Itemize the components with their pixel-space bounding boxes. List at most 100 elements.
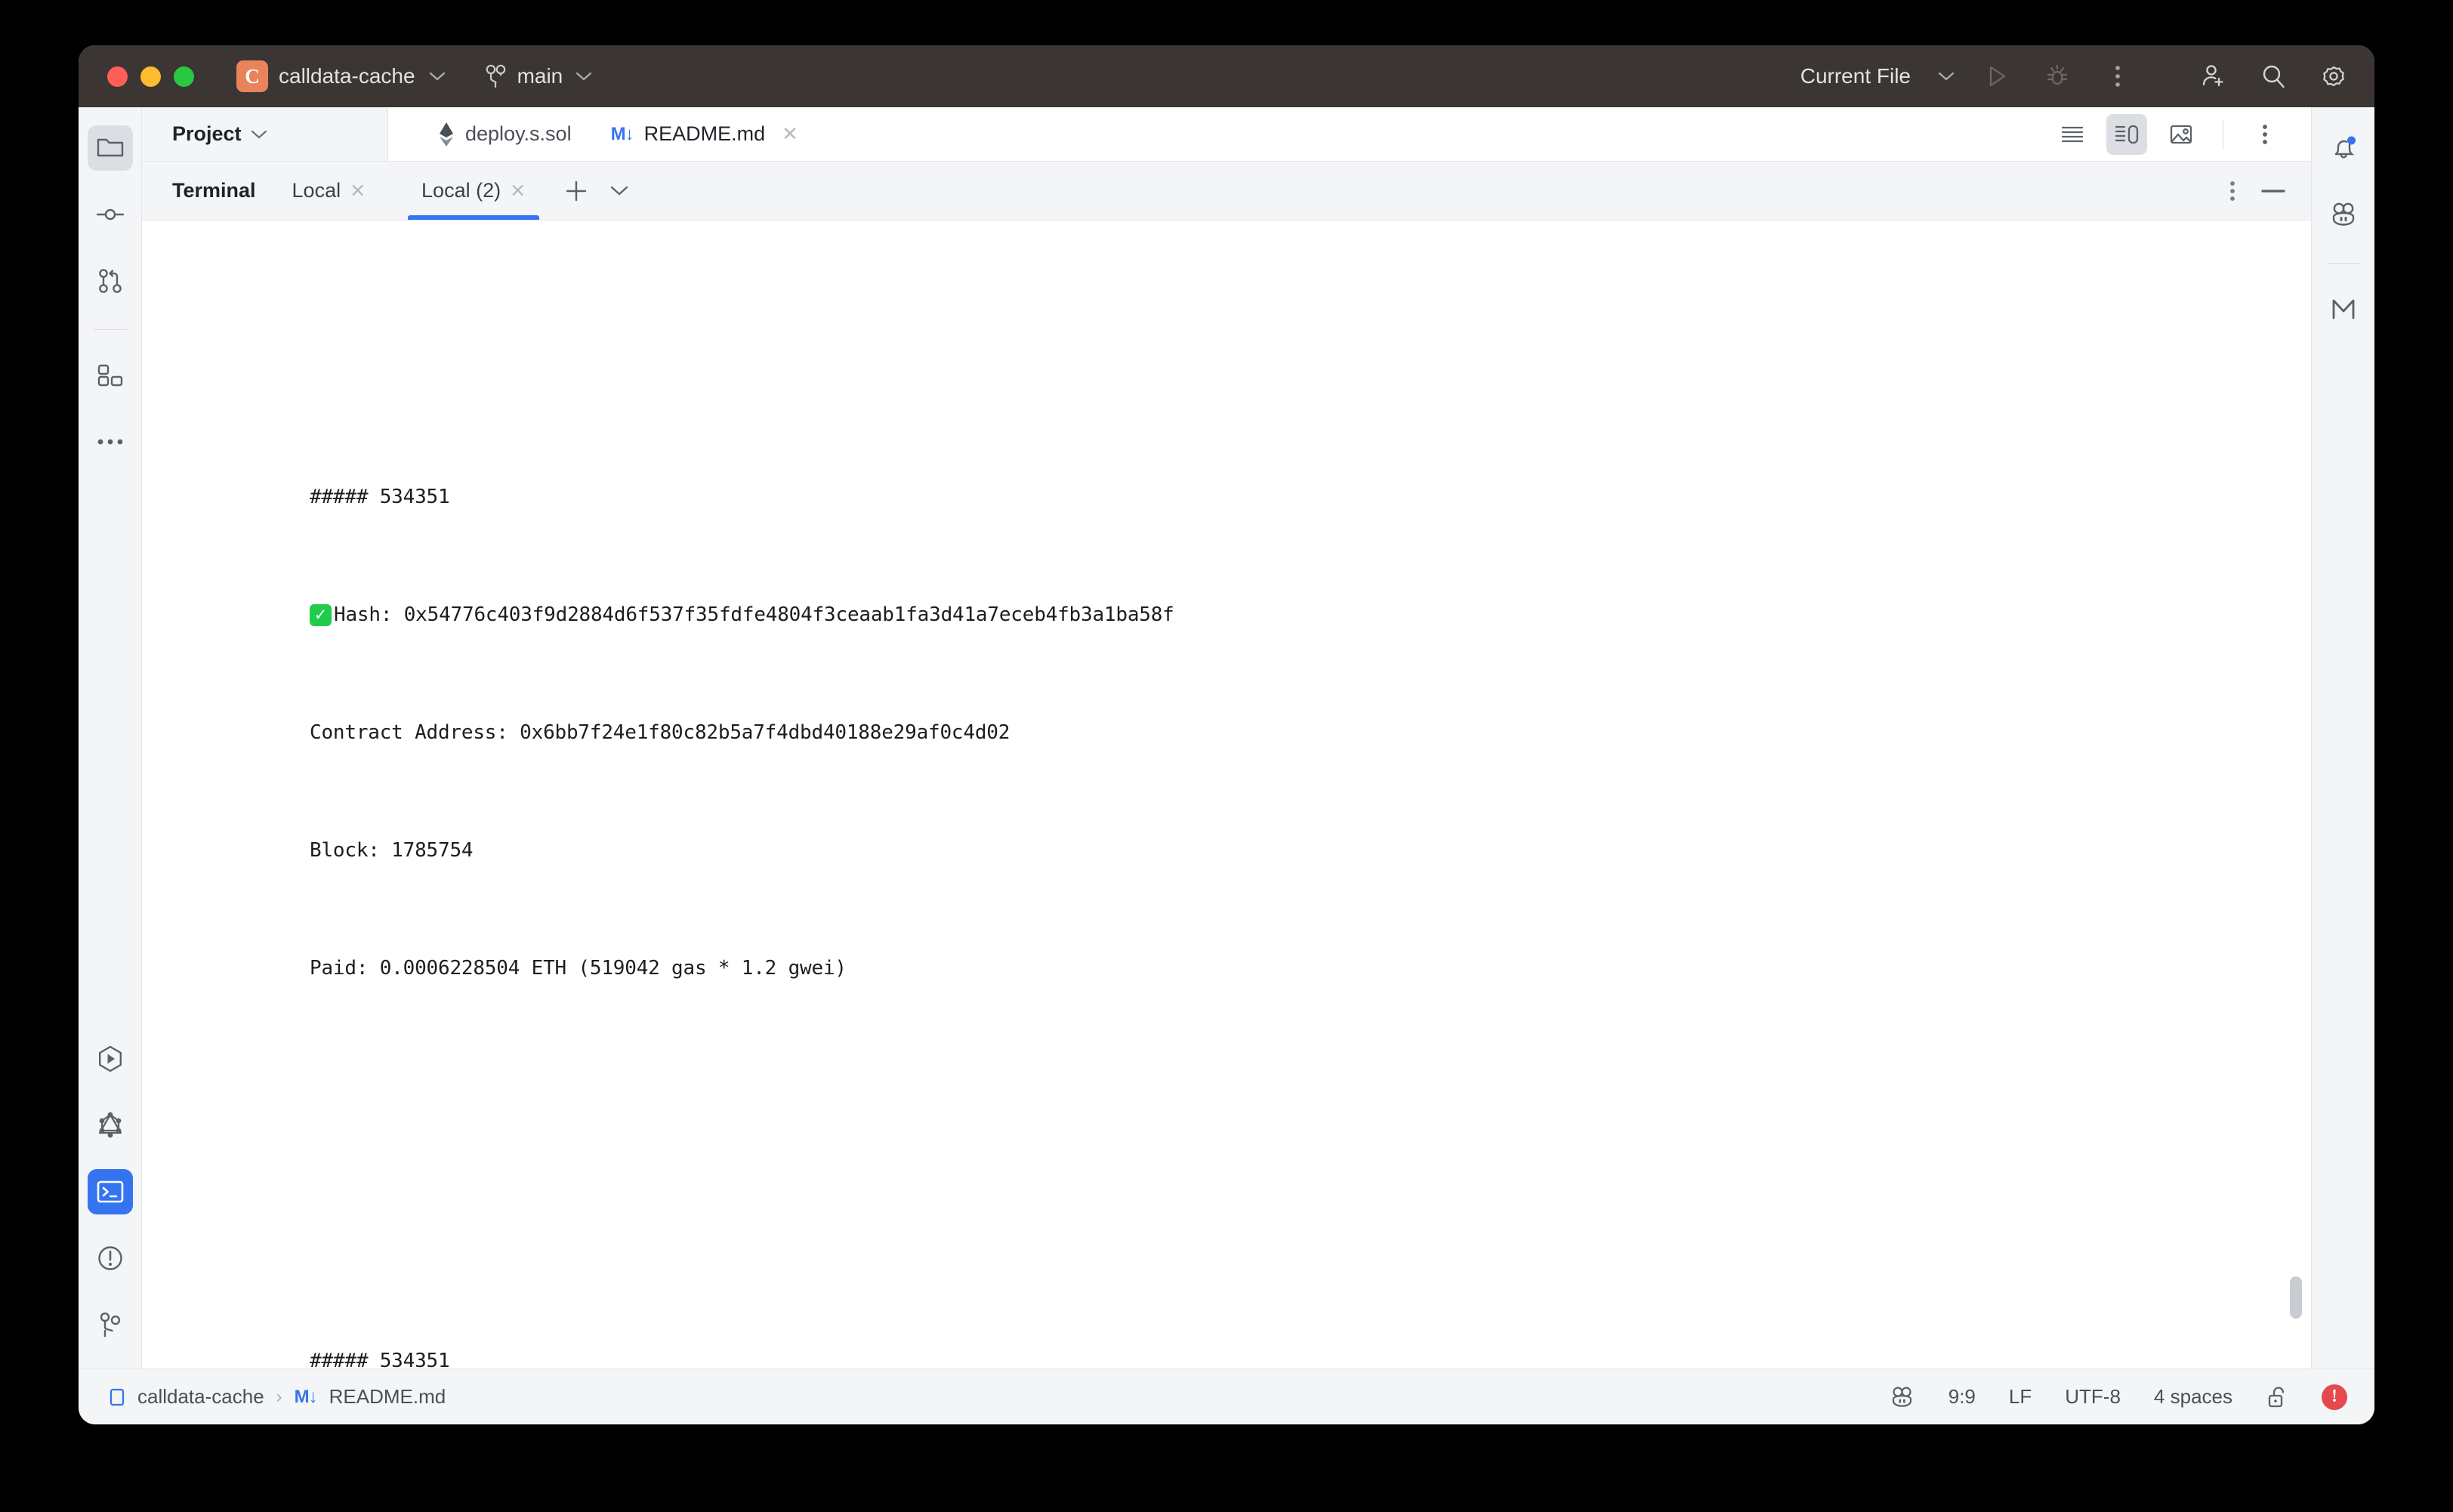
editor-tab-deploy-s-sol[interactable]: deploy.s.sol bbox=[418, 107, 591, 161]
file-tabs: deploy.s.sol M↓ README.md ✕ bbox=[388, 107, 2052, 161]
sidebar-item-plugins[interactable] bbox=[88, 353, 133, 398]
title-bar-actions: Current File bbox=[1800, 45, 2374, 107]
markdown-icon: M↓ bbox=[610, 123, 634, 144]
sidebar-item-mermaid[interactable] bbox=[2321, 286, 2366, 332]
more-icon[interactable] bbox=[2229, 181, 2235, 202]
main-area: Project deploy.s.sol M↓ README.md ✕ Term… bbox=[142, 107, 2311, 1369]
search-icon[interactable] bbox=[2255, 58, 2291, 94]
terminal-tab-label: Local bbox=[292, 179, 341, 202]
sidebar-item-problems[interactable] bbox=[88, 1236, 133, 1281]
terminal-line-hash: ✓ Hash: 0x54776c403f9d2884d6f537f35fdfe48… bbox=[310, 595, 2311, 634]
git-branch-icon bbox=[485, 63, 508, 89]
breadcrumb-separator: › bbox=[276, 1386, 282, 1407]
ai-assistant-icon[interactable] bbox=[1890, 1386, 1915, 1409]
line-separator[interactable]: LF bbox=[2009, 1385, 2032, 1409]
sidebar-item-graphql[interactable] bbox=[88, 1103, 133, 1148]
rail-divider bbox=[93, 329, 127, 330]
chevron-down-icon bbox=[429, 71, 446, 82]
terminal-text: ##### 534351 ✓ Hash: 0x54776c403f9d2884d6… bbox=[142, 221, 2311, 1369]
text-view-icon[interactable] bbox=[2052, 114, 2093, 155]
terminal-line: ##### 534351 bbox=[310, 486, 450, 508]
terminal-tab-label: Local (2) bbox=[421, 179, 501, 202]
editor-tab-row: Project deploy.s.sol M↓ README.md ✕ bbox=[142, 107, 2311, 162]
more-icon[interactable] bbox=[2100, 58, 2136, 94]
title-bar-tools bbox=[2195, 58, 2352, 94]
project-name-label: calldata-cache bbox=[279, 64, 415, 88]
status-bar-widgets: 9:9 LF UTF-8 4 spaces ! bbox=[1890, 1384, 2347, 1410]
minimize-window-button[interactable] bbox=[140, 66, 161, 87]
close-icon[interactable]: ✕ bbox=[782, 122, 798, 146]
terminal-output-area[interactable]: ##### 534351 ✓ Hash: 0x54776c403f9d2884d6… bbox=[142, 221, 2311, 1369]
left-tool-rail bbox=[79, 107, 142, 1369]
sidebar-item-notifications[interactable] bbox=[2321, 125, 2366, 171]
terminal-tab-actions bbox=[565, 162, 628, 220]
breadcrumb: calldata-cache › M↓ README.md bbox=[79, 1385, 446, 1409]
window-controls bbox=[107, 66, 194, 87]
add-terminal-icon[interactable] bbox=[565, 180, 588, 202]
breadcrumb-item-project[interactable]: calldata-cache bbox=[137, 1385, 264, 1409]
file-encoding[interactable]: UTF-8 bbox=[2065, 1385, 2121, 1409]
error-status-badge[interactable]: ! bbox=[2322, 1384, 2347, 1410]
project-selector[interactable]: C calldata-cache bbox=[236, 60, 446, 92]
terminal-line: Block: 1785754 bbox=[310, 839, 474, 862]
ide-window: C calldata-cache main Current File Proje… bbox=[79, 45, 2374, 1424]
breadcrumb-item-file[interactable]: README.md bbox=[329, 1385, 446, 1409]
sidebar-item-pull-requests[interactable] bbox=[88, 258, 133, 304]
maximize-window-button[interactable] bbox=[174, 66, 194, 87]
markdown-icon: M↓ bbox=[294, 1386, 318, 1407]
unlocked-icon[interactable] bbox=[2266, 1385, 2288, 1409]
project-tool-window-header[interactable]: Project bbox=[142, 107, 388, 161]
close-icon[interactable]: ✕ bbox=[350, 180, 366, 202]
editor-tab-readme-md[interactable]: M↓ README.md ✕ bbox=[591, 107, 818, 161]
chevron-down-icon bbox=[575, 71, 592, 82]
module-icon bbox=[109, 1387, 125, 1407]
settings-icon[interactable] bbox=[2316, 58, 2352, 94]
terminal-line: Contract Address: 0x6bb7f24e1f80c82b5a7f… bbox=[310, 721, 1011, 744]
indent-setting[interactable]: 4 spaces bbox=[2154, 1385, 2232, 1409]
sidebar-item-more-tool-windows[interactable] bbox=[88, 419, 133, 464]
branch-selector[interactable]: main bbox=[485, 63, 593, 89]
solidity-icon bbox=[438, 122, 455, 147]
split-view-icon[interactable] bbox=[2106, 113, 2147, 155]
run-widget: Current File bbox=[1800, 58, 2136, 94]
preview-view-icon[interactable] bbox=[2161, 114, 2202, 155]
branch-name-label: main bbox=[517, 64, 563, 88]
chevron-down-icon[interactable] bbox=[251, 129, 267, 140]
editor-tab-label: deploy.s.sol bbox=[465, 122, 572, 145]
project-badge-icon: C bbox=[236, 60, 268, 92]
status-bar: calldata-cache › M↓ README.md 9:9 LF UTF… bbox=[79, 1369, 2374, 1424]
chevron-down-icon[interactable] bbox=[610, 185, 628, 196]
close-icon[interactable]: ✕ bbox=[510, 180, 526, 202]
sidebar-item-run[interactable] bbox=[88, 1036, 133, 1082]
terminal-panel-title: Terminal bbox=[172, 179, 256, 202]
terminal-panel-actions bbox=[2229, 162, 2285, 221]
sidebar-item-version-control[interactable] bbox=[88, 1302, 133, 1347]
run-configuration-label[interactable]: Current File bbox=[1800, 64, 1911, 88]
sidebar-item-terminal[interactable] bbox=[87, 1169, 133, 1214]
sidebar-item-ai-assistant[interactable] bbox=[2321, 192, 2366, 237]
terminal-tab-local[interactable]: Local ✕ bbox=[273, 162, 386, 220]
terminal-tab-bar: Terminal Local ✕ Local (2) ✕ bbox=[142, 162, 2311, 221]
success-check-icon: ✓ bbox=[310, 603, 332, 626]
caret-position[interactable]: 9:9 bbox=[1949, 1385, 1976, 1409]
run-icon[interactable] bbox=[1979, 58, 2015, 94]
minimize-icon[interactable] bbox=[2261, 188, 2285, 194]
title-bar: C calldata-cache main Current File bbox=[79, 45, 2374, 107]
terminal-scrollbar-thumb[interactable] bbox=[2290, 1276, 2302, 1319]
editor-tab-label: README.md bbox=[643, 122, 766, 145]
right-tool-rail bbox=[2311, 107, 2374, 1369]
project-header-label: Project bbox=[172, 122, 242, 145]
debug-icon[interactable] bbox=[2039, 58, 2075, 94]
chevron-down-icon[interactable] bbox=[1938, 71, 1955, 82]
window-body: Project deploy.s.sol M↓ README.md ✕ Term… bbox=[79, 107, 2374, 1369]
rail-divider bbox=[2326, 263, 2360, 264]
sidebar-item-project[interactable] bbox=[87, 125, 133, 171]
sidebar-item-commit[interactable] bbox=[88, 192, 133, 237]
add-user-icon[interactable] bbox=[2195, 58, 2231, 94]
terminal-line: Paid: 0.0006228504 ETH (519042 gas * 1.2… bbox=[310, 957, 847, 980]
more-icon[interactable] bbox=[2245, 114, 2285, 155]
terminal-tab-local-2[interactable]: Local (2) ✕ bbox=[402, 162, 545, 220]
editor-view-toolbar bbox=[2052, 107, 2311, 161]
close-window-button[interactable] bbox=[107, 66, 128, 87]
terminal-line: ##### 534351 bbox=[310, 1350, 450, 1369]
